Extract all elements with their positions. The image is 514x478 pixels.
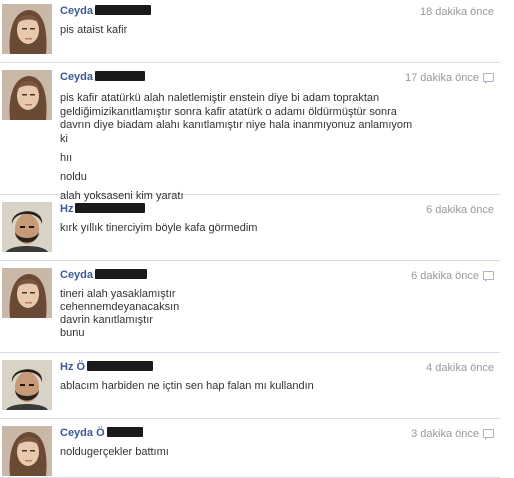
message-line: noldu xyxy=(60,171,87,183)
reply-icon[interactable] xyxy=(483,73,494,84)
avatar-photo-man xyxy=(2,202,52,252)
message-line: noldugerçekler battımı xyxy=(60,446,169,458)
message-timestamp: 4 dakika önce xyxy=(426,362,494,374)
message-body: pis kafir atatürkü alah naletlemiştir en… xyxy=(60,92,415,206)
avatar[interactable] xyxy=(2,360,52,410)
sender-name[interactable]: Ceyda xyxy=(60,269,148,281)
message-line: hıı xyxy=(60,152,73,164)
message-line: kırk yıllık tinerciyim böyle kafa görmed… xyxy=(60,222,258,234)
avatar[interactable] xyxy=(2,70,52,120)
message-item: Ceyda 6 dakika önce tineri alah yasaklam… xyxy=(0,264,500,353)
message-timestamp: 6 dakika önce xyxy=(411,270,494,282)
message-line: pis kafir atatürkü alah naletlemiştir en… xyxy=(60,92,413,145)
redaction-bar xyxy=(95,269,148,279)
message-timestamp: 3 dakika önce xyxy=(411,428,494,440)
sender-name-text[interactable]: Ceyda xyxy=(60,71,93,83)
avatar-photo-woman xyxy=(2,426,52,476)
message-timestamp: 6 dakika önce xyxy=(426,204,494,216)
message-line: ablacım harbiden ne içtin sen hap falan … xyxy=(60,380,314,392)
sender-name-text[interactable]: Ceyda xyxy=(60,5,93,17)
redaction-bar xyxy=(87,361,154,371)
redaction-bar xyxy=(106,427,143,437)
message-body: ablacım harbiden ne içtin sen hap falan … xyxy=(60,380,430,396)
message-thread: Ceyda 18 dakika önce pis ataist kafir Ce… xyxy=(0,0,514,478)
message-body: noldugerçekler battımı xyxy=(60,446,430,462)
avatar[interactable] xyxy=(2,202,52,252)
avatar[interactable] xyxy=(2,268,52,318)
sender-name-text[interactable]: Ceyda xyxy=(60,269,93,281)
timestamp-text: 3 dakika önce xyxy=(411,428,479,440)
sender-name[interactable]: Hz Ö xyxy=(60,361,154,373)
avatar-photo-woman xyxy=(2,4,52,54)
sender-name-text[interactable]: Hz xyxy=(60,203,73,215)
sender-name-text[interactable]: Ceyda Ö xyxy=(60,427,105,439)
message-item: Hz 6 dakika önce kırk yıllık tinerciyim … xyxy=(0,198,500,261)
message-timestamp: 18 dakika önce xyxy=(420,6,494,18)
timestamp-text: 6 dakika önce xyxy=(411,270,479,282)
sender-name[interactable]: Ceyda xyxy=(60,5,152,17)
timestamp-text: 17 dakika önce xyxy=(405,72,479,84)
reply-icon[interactable] xyxy=(483,271,494,282)
message-timestamp: 17 dakika önce xyxy=(405,72,494,84)
sender-name[interactable]: Hz xyxy=(60,203,146,215)
message-line: tineri alah yasaklamıştır xyxy=(60,288,176,300)
message-line: pis ataist kafir xyxy=(60,24,128,36)
redaction-bar xyxy=(95,71,146,81)
message-body: tineri alah yasaklamıştır cehennemdeyana… xyxy=(60,288,430,340)
redaction-bar xyxy=(95,5,152,15)
avatar-photo-woman xyxy=(2,268,52,318)
message-line: cehennemdeyanacaksın xyxy=(60,301,180,313)
avatar[interactable] xyxy=(2,426,52,476)
avatar[interactable] xyxy=(2,4,52,54)
avatar-photo-woman xyxy=(2,70,52,120)
avatar-photo-man xyxy=(2,360,52,410)
reply-icon[interactable] xyxy=(483,429,494,440)
message-body: pis ataist kafir xyxy=(60,24,430,40)
sender-name[interactable]: Ceyda Ö xyxy=(60,427,143,439)
message-item: Hz Ö 4 dakika önce ablacım harbiden ne i… xyxy=(0,356,500,419)
sender-name-text[interactable]: Hz Ö xyxy=(60,361,85,373)
timestamp-text: 18 dakika önce xyxy=(420,6,494,18)
message-line: bunu xyxy=(60,327,85,339)
message-item: Ceyda 18 dakika önce pis ataist kafir xyxy=(0,0,500,63)
redaction-bar xyxy=(75,203,146,213)
timestamp-text: 4 dakika önce xyxy=(426,362,494,374)
message-body: kırk yıllık tinerciyim böyle kafa görmed… xyxy=(60,222,430,238)
message-line: davrin kanıtlamıştır xyxy=(60,314,153,326)
message-item: Ceyda 17 dakika önce pis kafir atatürkü … xyxy=(0,66,500,202)
timestamp-text: 6 dakika önce xyxy=(426,204,494,216)
message-item: Ceyda Ö 3 dakika önce noldugerçekler bat… xyxy=(0,422,500,478)
sender-name[interactable]: Ceyda xyxy=(60,71,146,83)
